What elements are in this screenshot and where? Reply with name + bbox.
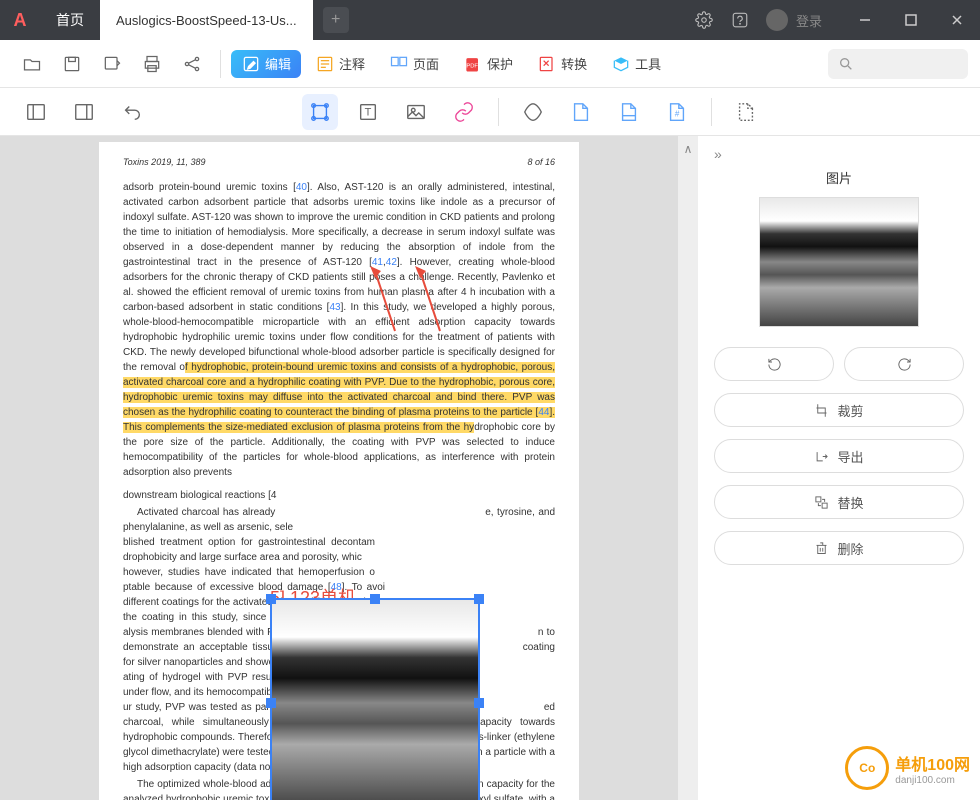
help-icon[interactable] [722,2,758,38]
page-header-left: Toxins 2019, 11, 389 [123,156,206,170]
text-tool[interactable]: T [350,94,386,130]
body-text: adsorb protein-bound uremic toxins [40].… [123,180,555,480]
svg-text:T: T [365,106,372,118]
link-tool[interactable] [446,94,482,130]
page-header-right: 8 of 16 [527,156,555,170]
protect-button[interactable]: PDF保护 [453,50,523,78]
rotate-right-button[interactable] [844,347,964,381]
sidebar-left-toggle[interactable] [18,94,54,130]
image-preview [759,197,919,327]
replace-button[interactable]: 替换 [714,485,964,519]
annotate-button[interactable]: 注释 [305,50,375,78]
delete-button[interactable]: 删除 [714,531,964,565]
app-logo-icon: A [0,0,40,40]
add-tab-button[interactable]: + [323,7,349,33]
body-text: downstream biological reactions [4 [123,488,555,503]
close-button[interactable] [934,13,980,27]
svg-text:#: # [675,109,680,118]
crop-button[interactable]: 裁剪 [714,393,964,427]
site-watermark: Co 单机100网danji100.com [845,746,970,790]
save-as-button[interactable] [96,48,128,80]
settings-icon[interactable] [686,2,722,38]
resize-handle[interactable] [370,594,380,604]
main-toolbar: 编辑 注释 页面 PDF保护 转换 工具 [0,40,980,88]
print-button[interactable] [136,48,168,80]
resize-handle[interactable] [474,594,484,604]
edit-toolbar: T # [0,88,980,136]
undo-button[interactable] [114,94,150,130]
tools-button[interactable]: 工具 [601,50,671,78]
share-button[interactable] [176,48,208,80]
background-tool[interactable] [611,94,647,130]
search-input[interactable] [828,49,968,79]
document-tab[interactable]: Auslogics-BoostSpeed-13-Us... [100,0,313,40]
embedded-image[interactable] [270,598,480,800]
redact-tool[interactable] [515,94,551,130]
home-tab[interactable]: 首页 [40,10,100,30]
resize-handle[interactable] [266,594,276,604]
select-tool[interactable] [302,94,338,130]
maximize-button[interactable] [888,13,934,27]
save-button[interactable] [56,48,88,80]
resize-handle[interactable] [474,698,484,708]
image-properties-panel: » 图片 裁剪 导出 替换 删除 [698,136,980,800]
rotate-left-button[interactable] [714,347,834,381]
crop-page-tool[interactable] [728,94,764,130]
open-file-button[interactable] [16,48,48,80]
svg-text:PDF: PDF [466,63,478,69]
watermark-tool[interactable] [563,94,599,130]
header-footer-tool[interactable]: # [659,94,695,130]
resize-handle[interactable] [266,698,276,708]
collapse-panel[interactable]: ∧ [678,136,698,800]
convert-button[interactable]: 转换 [527,50,597,78]
export-button[interactable]: 导出 [714,439,964,473]
panel-title: 图片 [714,168,964,187]
edit-mode-button[interactable]: 编辑 [231,50,301,78]
sidebar-right-toggle[interactable] [66,94,102,130]
titlebar: A 首页 Auslogics-BoostSpeed-13-Us... + 登录 [0,0,980,40]
minimize-button[interactable] [842,13,888,27]
avatar-icon[interactable] [766,9,788,31]
login-link[interactable]: 登录 [796,11,822,30]
image-tool[interactable] [398,94,434,130]
expand-panel-icon[interactable]: » [714,146,964,162]
page-button[interactable]: 页面 [379,50,449,78]
document-area[interactable]: Toxins 2019, 11, 389 8 of 16 adsorb prote… [0,136,678,800]
